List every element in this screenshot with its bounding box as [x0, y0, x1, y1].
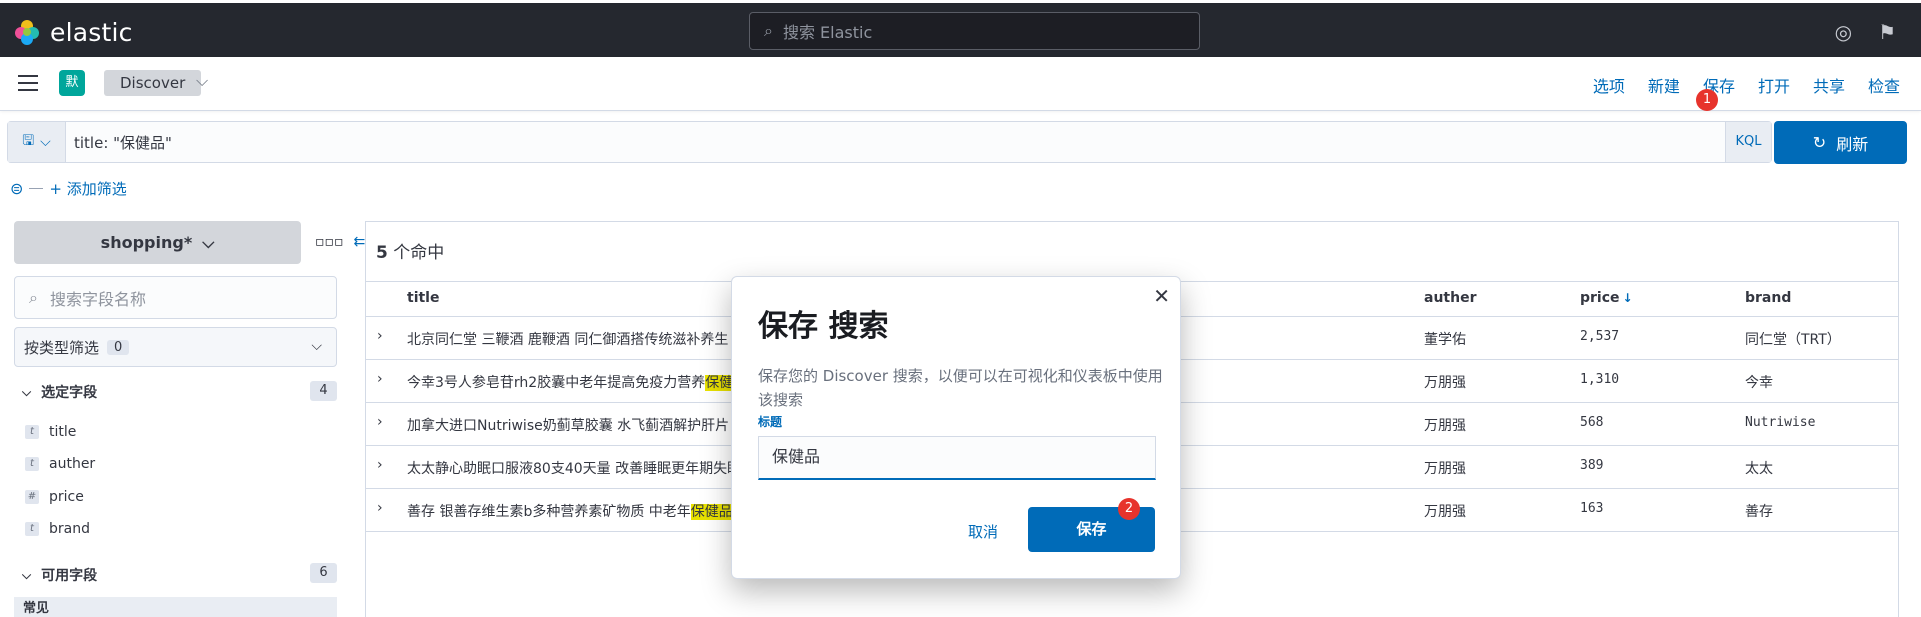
cancel-button[interactable]: 取消 [968, 521, 998, 542]
modal-title: 保存 搜索 [758, 309, 889, 344]
title-field-label: 标题 [758, 415, 783, 429]
title-input[interactable]: 保健品 [758, 436, 1156, 480]
save-search-modal: ✕ 保存 搜索 保存您的 Discover 搜索，以便可以在可视化和仪表板中使用… [731, 276, 1181, 579]
modal-description: 保存您的 Discover 搜索，以便可以在可视化和仪表板中使用该搜索 [758, 367, 1163, 409]
close-icon[interactable]: ✕ [1153, 284, 1170, 308]
step-badge-2: 2 [1118, 498, 1140, 520]
